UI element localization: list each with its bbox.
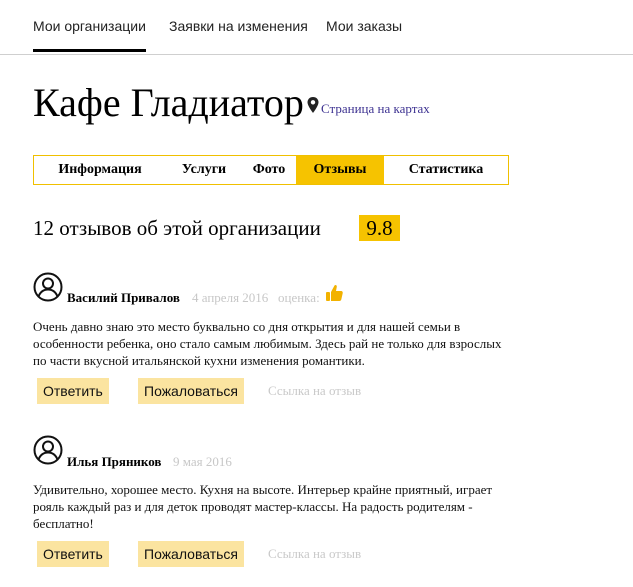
tab-information[interactable]: Информация <box>34 156 166 184</box>
review-author: Василий Привалов <box>67 290 180 305</box>
review-text: Удивительно, хорошее место. Кухня на выс… <box>33 482 493 531</box>
review-text: Очень давно знаю это место буквально со … <box>33 319 502 368</box>
page-title: Кафе Гладиатор <box>33 80 304 125</box>
review-date: 9 мая 2016 <box>173 454 232 469</box>
review-score-label: оценка: <box>278 290 320 305</box>
tab-services[interactable]: Услуги <box>166 156 242 184</box>
complain-button[interactable]: Пожаловаться <box>138 378 245 404</box>
tab-bar: Информация Услуги Фото Отзывы Статистика <box>33 155 509 185</box>
nav-my-organizations[interactable]: Мои организации <box>33 18 146 52</box>
thumbs-up-icon <box>326 285 343 301</box>
tab-reviews[interactable]: Отзывы <box>296 156 384 184</box>
review-link[interactable]: Ссылка на отзыв <box>268 541 361 567</box>
reply-button[interactable]: Ответить <box>37 378 109 404</box>
reviews-count-title: 12 отзывов об этой организации <box>33 216 321 240</box>
map-pin-icon <box>307 97 319 113</box>
map-page-link[interactable]: Страница на картах <box>321 101 430 117</box>
top-navigation: Мои организации Заявки на изменения Мои … <box>0 0 633 55</box>
reply-button[interactable]: Ответить <box>37 541 109 567</box>
review-date: 4 апреля 2016 <box>192 290 269 305</box>
user-avatar-icon <box>33 435 63 465</box>
tab-photos[interactable]: Фото <box>242 156 296 184</box>
review-author: Илья Пряников <box>67 454 162 469</box>
complain-button[interactable]: Пожаловаться <box>138 541 245 567</box>
review-item: Василий Привалов 4 апреля 2016 оценка: О… <box>33 272 513 407</box>
review-item: Илья Пряников 9 мая 2016 Удивительно, хо… <box>33 435 513 570</box>
user-avatar-icon <box>33 272 63 302</box>
nav-my-orders[interactable]: Мои заказы <box>326 18 402 34</box>
nav-change-requests[interactable]: Заявки на изменения <box>169 18 308 34</box>
rating-badge: 9.8 <box>359 215 400 241</box>
review-link[interactable]: Ссылка на отзыв <box>268 378 361 404</box>
tab-statistics[interactable]: Статистика <box>384 156 508 184</box>
